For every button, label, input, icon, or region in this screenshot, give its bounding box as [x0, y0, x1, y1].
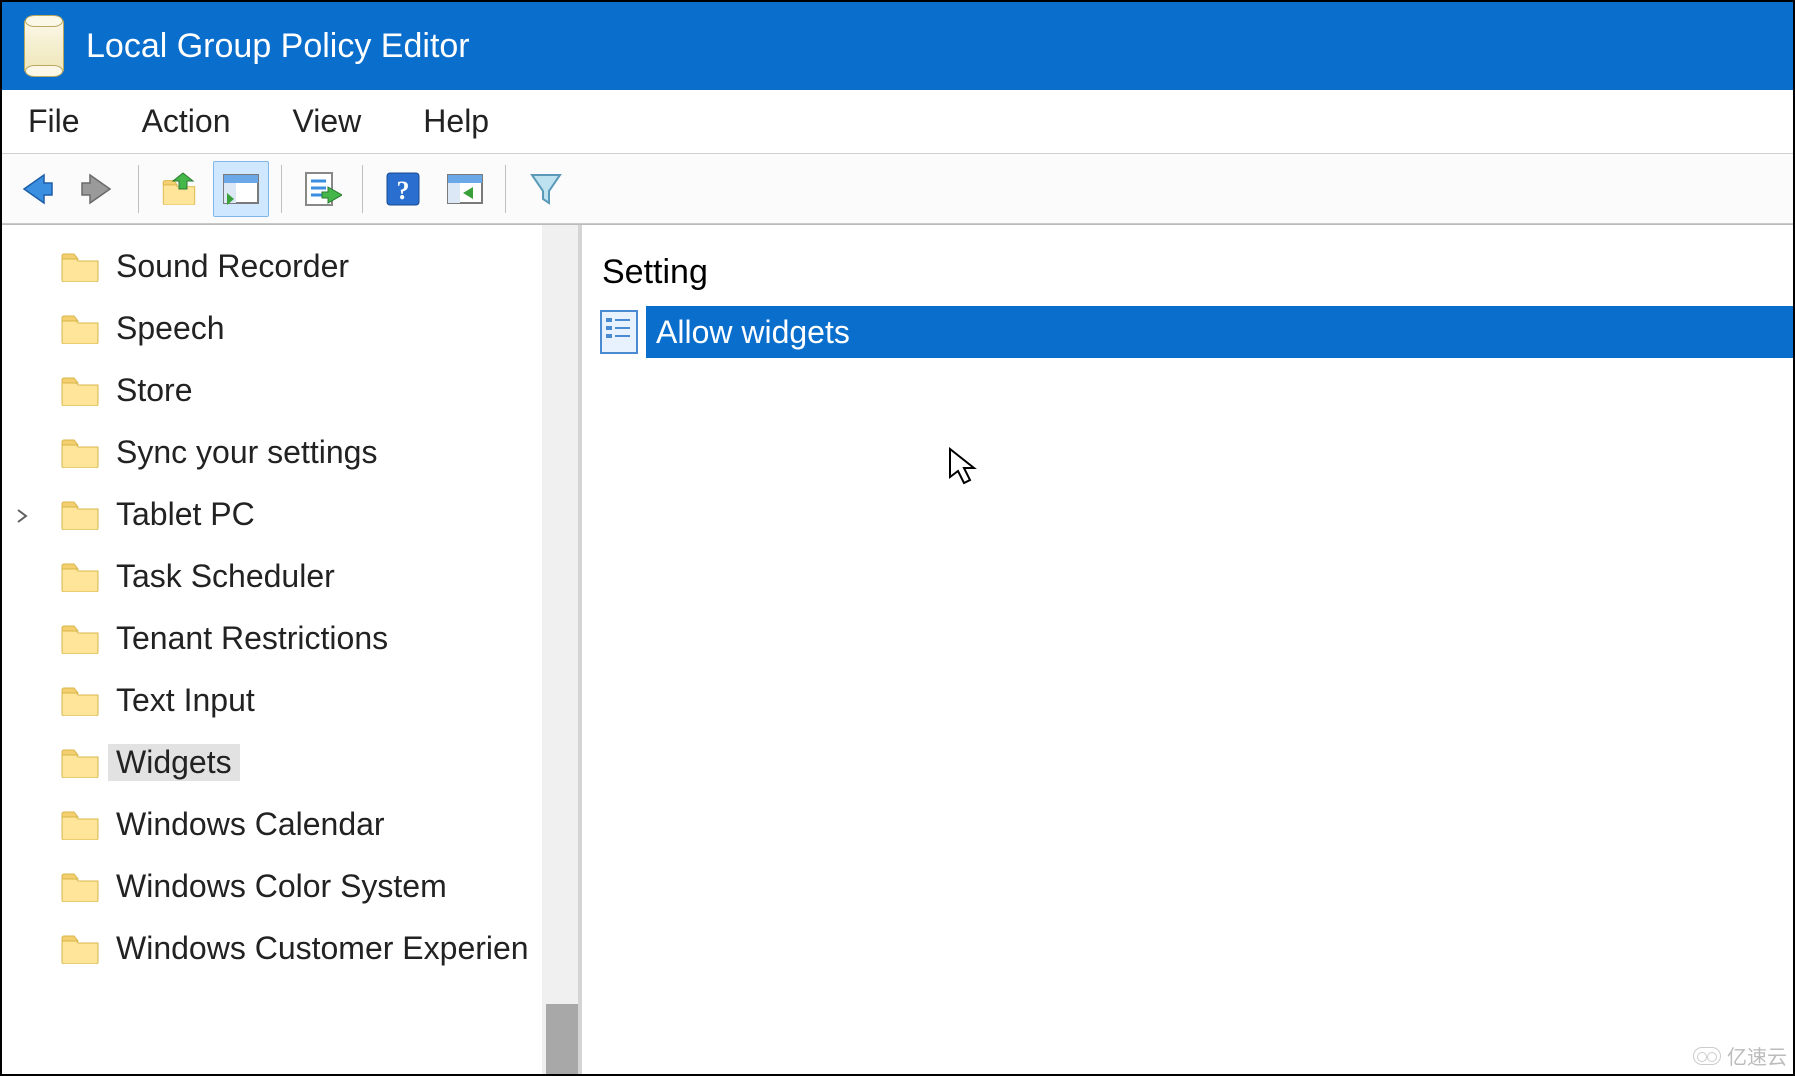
toolbar-separator: [362, 165, 363, 213]
folder-icon: [60, 312, 100, 344]
setting-label: Allow widgets: [646, 306, 1793, 358]
up-button[interactable]: [151, 161, 207, 217]
list-export-icon: [302, 169, 342, 209]
filter-button[interactable]: [518, 161, 574, 217]
menu-action[interactable]: Action: [142, 103, 231, 140]
forward-button[interactable]: [70, 161, 126, 217]
folder-icon: [60, 808, 100, 840]
pane-detail-button[interactable]: [213, 161, 269, 217]
window-title: Local Group Policy Editor: [86, 27, 470, 66]
tree-item-label: Windows Color System: [116, 868, 447, 905]
folder-icon: [60, 498, 100, 530]
folder-up-icon: [159, 169, 199, 209]
export-list-button[interactable]: [294, 161, 350, 217]
policy-setting-icon: [600, 310, 638, 354]
menu-view[interactable]: View: [293, 103, 362, 140]
tree-item-label: Sync your settings: [116, 434, 377, 471]
tree-item-label: Widgets: [108, 744, 240, 781]
tree-item-label: Text Input: [116, 682, 255, 719]
tree-pane[interactable]: Sound Recorder Speech Store Sync your setti…: [2, 225, 582, 1074]
tree-item[interactable]: Text Input: [2, 669, 578, 731]
funnel-icon: [526, 169, 566, 209]
tree-item[interactable]: Sync your settings: [2, 421, 578, 483]
help-icon: [383, 169, 423, 209]
app-scroll-icon: [24, 20, 64, 72]
tree-item[interactable]: Windows Customer Experien: [2, 917, 578, 979]
tree-item-label: Tenant Restrictions: [116, 620, 388, 657]
tree-item[interactable]: Tablet PC: [2, 483, 578, 545]
scrollbar-thumb[interactable]: [546, 1004, 578, 1074]
pane-show-button[interactable]: [437, 161, 493, 217]
tree-item[interactable]: Widgets: [2, 731, 578, 793]
tree-item[interactable]: Store: [2, 359, 578, 421]
toolbar-separator: [505, 165, 506, 213]
setting-row[interactable]: Allow widgets: [600, 306, 1793, 358]
watermark-icon: [1693, 1047, 1721, 1065]
folder-icon: [60, 746, 100, 778]
pane-show-icon: [445, 169, 485, 209]
tree-item-label: Sound Recorder: [116, 248, 349, 285]
watermark-text: 亿速云: [1727, 1041, 1787, 1070]
folder-icon: [60, 932, 100, 964]
title-bar: Local Group Policy Editor: [2, 2, 1793, 90]
toolbar-separator: [281, 165, 282, 213]
menu-file[interactable]: File: [28, 103, 80, 140]
folder-icon: [60, 870, 100, 902]
arrow-right-icon: [78, 169, 118, 209]
tree-item-label: Windows Customer Experien: [116, 930, 529, 967]
folder-icon: [60, 250, 100, 282]
help-button[interactable]: [375, 161, 431, 217]
toolbar: [2, 154, 1793, 224]
detail-pane: Setting Allow widgets: [582, 225, 1793, 1074]
pane-detail-icon: [221, 169, 261, 209]
folder-icon: [60, 684, 100, 716]
toolbar-separator: [138, 165, 139, 213]
tree-item[interactable]: Speech: [2, 297, 578, 359]
back-button[interactable]: [8, 161, 64, 217]
arrow-left-icon: [16, 169, 56, 209]
tree-item-label: Tablet PC: [116, 496, 255, 533]
expand-chevron-icon[interactable]: [14, 504, 34, 524]
watermark: 亿速云: [1693, 1041, 1787, 1070]
tree-scrollbar[interactable]: [542, 225, 578, 1074]
menu-bar: File Action View Help: [2, 90, 1793, 154]
main-area: Sound Recorder Speech Store Sync your setti…: [2, 224, 1793, 1074]
folder-icon: [60, 560, 100, 592]
tree-item-label: Task Scheduler: [116, 558, 335, 595]
tree-item-label: Store: [116, 372, 192, 409]
tree-item-label: Speech: [116, 310, 225, 347]
tree-item[interactable]: Task Scheduler: [2, 545, 578, 607]
tree-item-label: Windows Calendar: [116, 806, 385, 843]
folder-icon: [60, 374, 100, 406]
tree-item[interactable]: Sound Recorder: [2, 235, 578, 297]
tree-item[interactable]: Windows Color System: [2, 855, 578, 917]
tree-item[interactable]: Windows Calendar: [2, 793, 578, 855]
tree-item[interactable]: Tenant Restrictions: [2, 607, 578, 669]
menu-help[interactable]: Help: [423, 103, 489, 140]
folder-icon: [60, 436, 100, 468]
detail-column-header[interactable]: Setting: [600, 253, 1793, 292]
folder-icon: [60, 622, 100, 654]
